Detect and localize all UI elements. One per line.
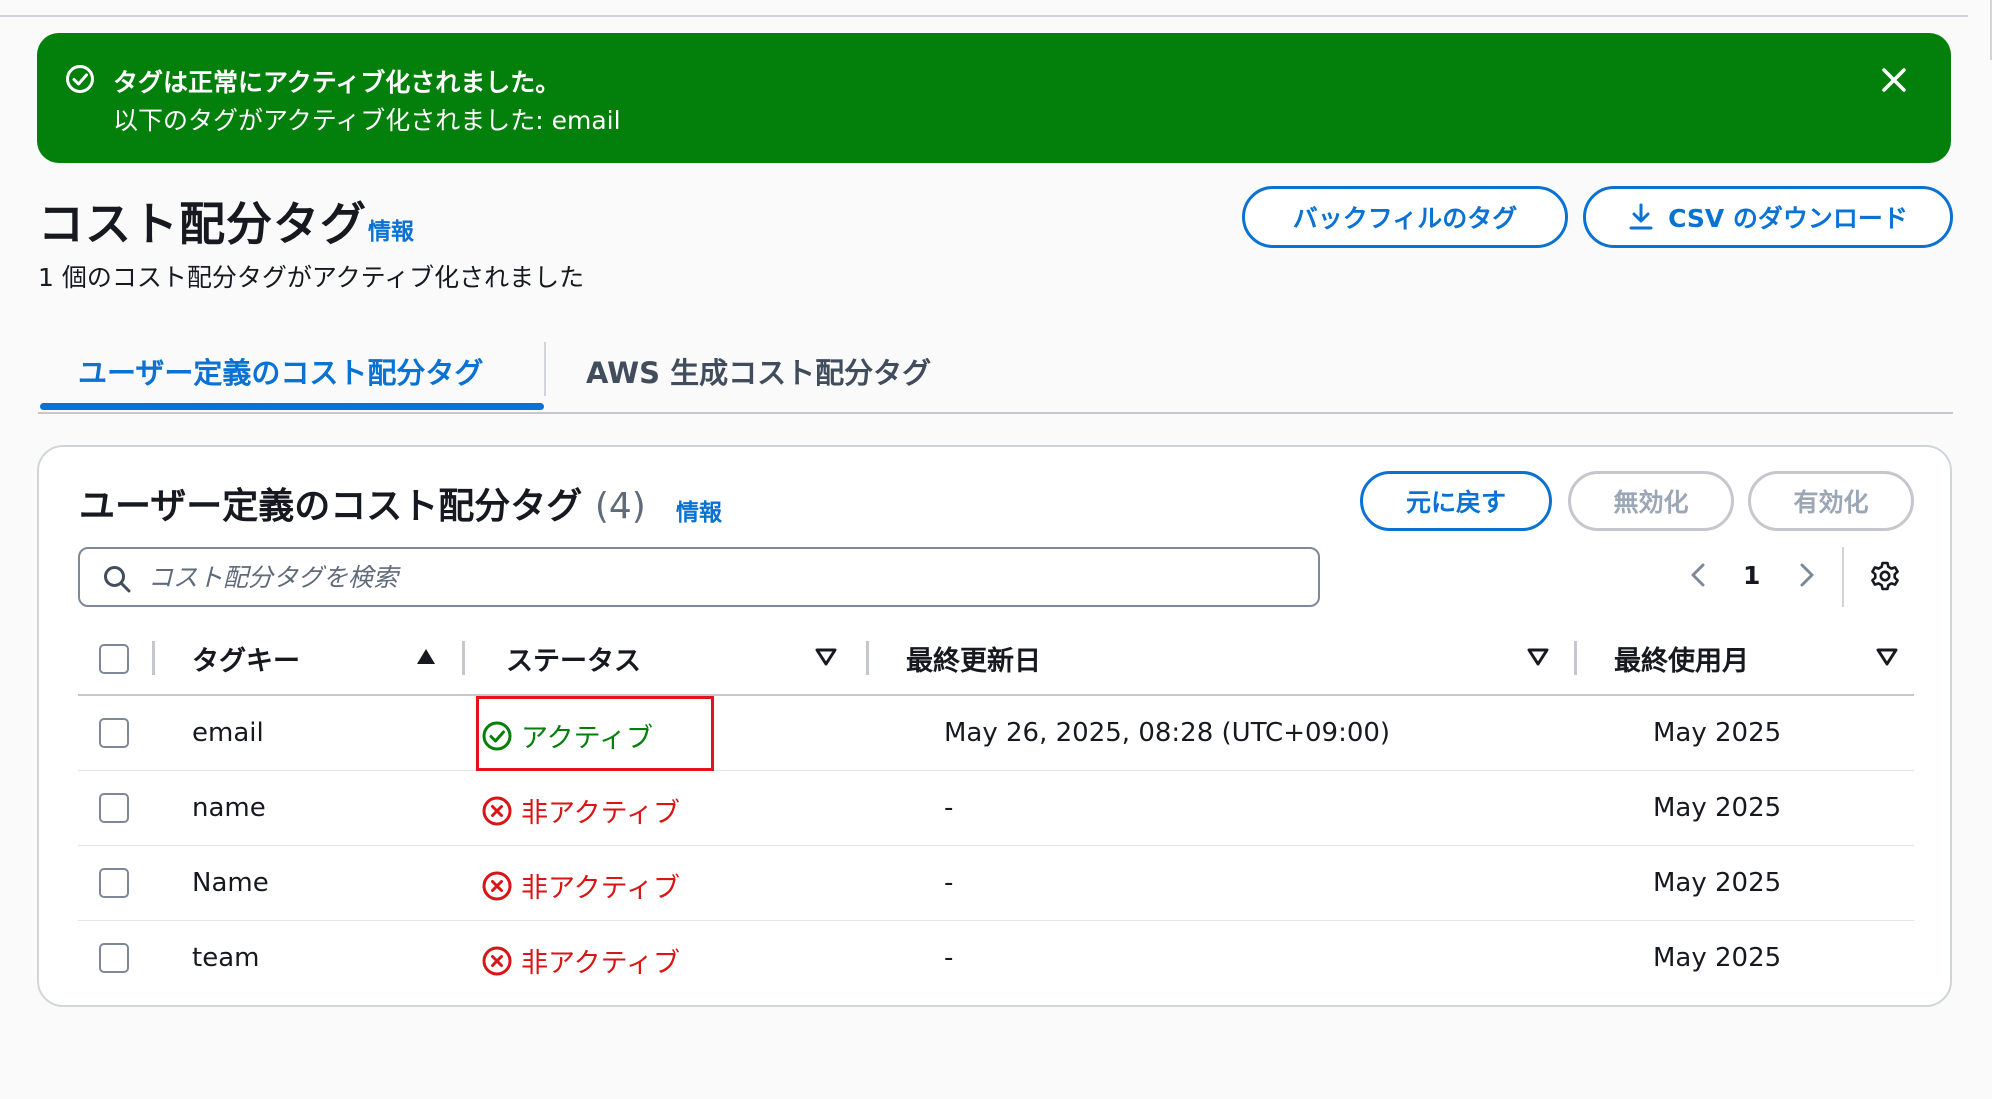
next-page-icon[interactable]	[1791, 560, 1821, 590]
page-subtitle: 1 個のコスト配分タグがアクティブ化されました	[38, 263, 585, 292]
last-used-month: May 2025	[1653, 718, 1782, 748]
download-csv-label: CSV のダウンロード	[1668, 204, 1908, 233]
last-updated: May 26, 2025, 08:28 (UTC+09:00)	[944, 718, 1391, 748]
x-circle-icon	[482, 946, 512, 975]
sort-icon[interactable]	[1876, 647, 1898, 667]
table-title-text: ユーザー定義のコスト配分タグ	[79, 486, 583, 527]
tag-key: Name	[192, 868, 269, 898]
backfill-tags-label: バックフィルのタグ	[1292, 204, 1518, 233]
close-icon[interactable]	[1877, 63, 1911, 97]
page-title: コスト配分タグ	[38, 197, 367, 251]
search-input[interactable]	[148, 557, 1298, 597]
table-row: Name 非アクティブ - May 2025	[78, 846, 1914, 921]
sort-icon[interactable]	[1527, 647, 1549, 667]
column-header-last-updated[interactable]: 最終更新日	[906, 639, 1041, 678]
table-row: team 非アクティブ - May 2025	[78, 921, 1914, 996]
last-updated: -	[944, 943, 954, 973]
highlight-annotation	[476, 696, 714, 771]
column-separator	[152, 641, 155, 675]
page-number[interactable]: 1	[1743, 561, 1760, 590]
x-circle-icon	[482, 871, 512, 900]
search-icon	[104, 566, 131, 593]
flash-message: 以下のタグがアクティブ化されました: email	[113, 106, 621, 135]
activate-button: 有効化	[1748, 471, 1914, 531]
status-label: 非アクティブ	[521, 873, 681, 904]
last-updated: -	[944, 868, 954, 898]
success-flash-banner: タグは正常にアクティブ化されました。 以下のタグがアクティブ化されました: em…	[37, 33, 1951, 163]
tab-divider	[544, 342, 546, 396]
table-info-link[interactable]: 情報	[676, 493, 722, 527]
tag-key: team	[192, 943, 260, 973]
column-header-tag-key[interactable]: タグキー	[192, 639, 300, 678]
right-edge	[1992, 0, 2000, 1099]
active-tab-indicator	[40, 403, 544, 410]
backfill-tags-button[interactable]: バックフィルのタグ	[1242, 186, 1568, 248]
last-used-month: May 2025	[1653, 793, 1782, 823]
flash-title: タグは正常にアクティブ化されました。	[113, 68, 561, 97]
select-all-checkbox[interactable]	[99, 644, 129, 674]
tab-aws-generated[interactable]: AWS 生成コスト配分タグ	[586, 350, 931, 392]
previous-page-icon[interactable]	[1684, 560, 1714, 590]
column-header-status[interactable]: ステータス	[506, 639, 641, 678]
status-label: 非アクティブ	[521, 798, 681, 829]
pagination-divider	[1842, 547, 1844, 607]
tag-key: name	[192, 793, 266, 823]
last-used-month: May 2025	[1653, 868, 1782, 898]
last-used-month: May 2025	[1653, 943, 1782, 973]
table-row: name 非アクティブ - May 2025	[78, 771, 1914, 846]
tab-user-defined[interactable]: ユーザー定義のコスト配分タグ	[78, 350, 483, 392]
download-csv-button[interactable]: CSV のダウンロード	[1583, 186, 1953, 248]
row-checkbox[interactable]	[99, 943, 129, 973]
sort-icon[interactable]	[815, 647, 837, 667]
row-checkbox[interactable]	[99, 793, 129, 823]
page-info-link[interactable]: 情報	[368, 212, 414, 246]
deactivate-button: 無効化	[1568, 471, 1734, 531]
page: タグは正常にアクティブ化されました。 以下のタグがアクティブ化されました: em…	[0, 0, 2000, 1099]
status-inactive: 非アクティブ	[481, 791, 680, 830]
table-row: email アクティブ May 26, 2025, 08:28 (UTC+09:…	[78, 696, 1914, 771]
x-circle-icon	[482, 796, 512, 825]
settings-gear-icon[interactable]	[1869, 560, 1901, 592]
column-separator	[866, 641, 869, 675]
column-separator	[462, 641, 465, 675]
top-divider	[0, 15, 1968, 17]
last-updated: -	[944, 793, 954, 823]
column-separator	[1574, 641, 1577, 675]
status-label: 非アクティブ	[521, 948, 681, 979]
download-icon	[1629, 203, 1653, 230]
row-checkbox[interactable]	[99, 718, 129, 748]
table-count: (4)	[594, 486, 646, 527]
search-field[interactable]	[78, 547, 1320, 607]
check-circle-icon	[66, 65, 94, 93]
tabs-divider	[38, 412, 1953, 414]
status-inactive: 非アクティブ	[481, 866, 680, 905]
row-checkbox[interactable]	[99, 868, 129, 898]
table-title: ユーザー定義のコスト配分タグ (4)	[79, 477, 646, 529]
tag-key: email	[192, 718, 264, 748]
sort-ascending-icon[interactable]	[415, 647, 437, 667]
revert-button[interactable]: 元に戻す	[1360, 471, 1552, 531]
status-inactive: 非アクティブ	[481, 941, 680, 980]
tags-table-container: ユーザー定義のコスト配分タグ (4) 情報 元に戻す 無効化 有効化 1	[37, 445, 1952, 1007]
column-header-last-used[interactable]: 最終使用月	[1614, 639, 1749, 678]
